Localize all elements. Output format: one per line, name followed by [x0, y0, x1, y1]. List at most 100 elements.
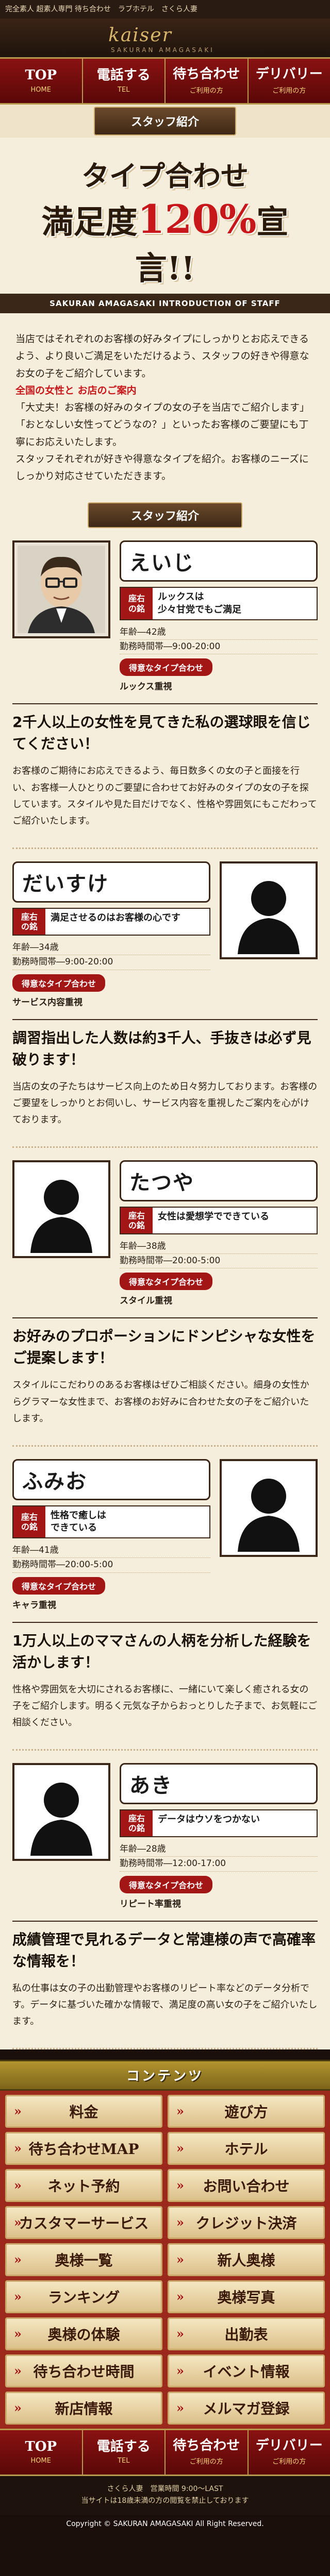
intro-p1: 当店ではそれぞれのお客様の好みタイプにしっかりとお応えできるよう、より良いご満足… — [15, 333, 309, 379]
person-icon — [18, 546, 105, 634]
content-link-price[interactable]: 料金 — [5, 2094, 162, 2128]
staff-headline: 成績管理で見れるデータと常連様の声で高確率な情報を！ — [12, 1920, 318, 1972]
site-logo: kaiser — [108, 25, 172, 46]
footer-nav-tel[interactable]: 電話する TEL — [82, 2430, 166, 2475]
type-value: リピート率重視 — [120, 1899, 181, 1909]
staff-motto: 座右の銘 性格で癒しは できている — [12, 1505, 210, 1539]
staff-body: お客様のご期待にお応えできるよう、毎日数多くの女の子と面接を行い、お客様一人ひと… — [12, 766, 317, 827]
staff-body: 当店の女の子たちはサービス向上のため日々努力しております。お客様のご要望をしっか… — [12, 1081, 318, 1126]
staff-headline: 2千人以上の女性を見てきた私の選球眼を信じてください！ — [12, 703, 318, 755]
content-link-new-shop[interactable]: 新店情報 — [5, 2391, 162, 2425]
footer-nav-tel-sub: TEL — [118, 2457, 130, 2465]
staff-name: あき — [120, 1762, 318, 1804]
content-link-howto[interactable]: 遊び方 — [168, 2094, 325, 2128]
type-label: 得意なタイプ合わせ — [120, 658, 213, 676]
staff-body: スタイルにこだわりのあるお客様はぜひご相談ください。細身の女性からグラマーな女性… — [12, 1380, 309, 1425]
footer-nav-delivery[interactable]: デリバリー ご利用の方 — [248, 2430, 330, 2475]
staff-name: だいすけ — [12, 861, 210, 903]
staff-age: 年齢―42歳 — [120, 625, 318, 640]
content-link-credit[interactable]: クレジット決済 — [168, 2206, 325, 2239]
motto-tag: 座右の銘 — [13, 908, 45, 935]
content-link-new-wives[interactable]: 新人奥様 — [168, 2243, 325, 2276]
footer-nav-top-label: TOP — [25, 2438, 57, 2454]
staff-hours: 勤務時間帯―12:00-17:00 — [120, 1857, 318, 1872]
staff-portrait — [220, 861, 318, 959]
staff-headline: お好みのプロポーションにドンピシャな女性をご提案します！ — [12, 1317, 318, 1369]
content-link-event[interactable]: イベント情報 — [168, 2354, 325, 2387]
top-nav: TOP HOME 電話する TEL 待ち合わせ ご利用の方 デリバリー ご利用の… — [0, 57, 330, 105]
content-link-photos[interactable]: 奥様写真 — [168, 2280, 325, 2313]
content-link-schedule[interactable]: 出勤表 — [168, 2317, 325, 2350]
nav-delivery[interactable]: デリバリー ご利用の方 — [248, 59, 330, 103]
content-link-map[interactable]: 待ち合わせMAP — [5, 2131, 162, 2165]
hero-line-1: タイプ合わせ — [81, 159, 249, 192]
contents-header: コンテンツ — [0, 2059, 330, 2091]
content-link-net-reserve[interactable]: ネット予約 — [5, 2168, 162, 2202]
staff-stats: 年齢―34歳 勤務時間帯―9:00-20:00 — [12, 941, 210, 970]
silhouette-icon — [18, 1768, 105, 1856]
staff-portrait — [12, 1762, 110, 1861]
staff-age: 年齢―34歳 — [12, 941, 210, 956]
footer-notice: 当サイトは18歳未満の方の閲覧を禁止しております — [81, 2497, 249, 2505]
staff-motto: 座右の銘 データはウソをつかない — [120, 1809, 318, 1838]
section-title: スタッフ紹介 — [93, 107, 236, 135]
logo-area[interactable]: kaiser SAKURAN AMAGASAKI — [0, 19, 330, 57]
staff-age: 年齢―38歳 — [120, 1240, 318, 1255]
staff-name: えいじ — [120, 540, 318, 582]
content-link-contact[interactable]: お問い合わせ — [168, 2168, 325, 2202]
type-value: キャラ重視 — [12, 1600, 56, 1611]
intro-highlight: 全国の女性と お店のご案内 — [15, 384, 137, 396]
hero-english: SAKURAN AMAGASAKI INTRODUCTION OF STAFF — [0, 294, 330, 313]
nav-meet-label: 待ち合わせ — [173, 66, 240, 82]
footer-nav: TOP HOME 電話する TEL 待ち合わせ ご利用の方 デリバリー ご利用の… — [0, 2428, 330, 2476]
content-link-ranking[interactable]: ランキング — [5, 2280, 162, 2313]
motto-text: データはウソをつかない — [158, 1814, 260, 1825]
footer-nav-meet-sub: ご利用の方 — [189, 2458, 223, 2466]
motto-text: ルックスは 少々甘党でもご満足 — [158, 591, 241, 615]
staff-portrait — [220, 1459, 318, 1557]
footer-nav-top[interactable]: TOP HOME — [0, 2430, 83, 2475]
footer-info: さくら人妻 営業時間 9:00～LAST 当サイトは18歳未満の方の閲覧を禁止し… — [0, 2476, 330, 2515]
hero-line-2-pre: 満足度 — [41, 203, 138, 241]
staff-age: 年齢―28歳 — [120, 1842, 318, 1857]
content-link-mailmag[interactable]: メルマガ登録 — [168, 2391, 325, 2425]
hero-percent: 120% — [137, 196, 257, 242]
content-link-experience[interactable]: 奥様の体験 — [5, 2317, 162, 2350]
footer-nav-meet-label: 待ち合わせ — [173, 2437, 240, 2453]
contents-grid: 料金 遊び方 待ち合わせMAP ホテル ネット予約 お問い合わせ カスタマーサー… — [0, 2090, 330, 2429]
motto-text: 女性は愛想学でできている — [158, 1211, 269, 1222]
footer-nav-tel-label: 電話する — [96, 2438, 151, 2454]
nav-top[interactable]: TOP HOME — [0, 59, 83, 103]
footer-copyright: Copyright © SAKURAN AMAGASAKI All Right … — [0, 2515, 330, 2537]
type-label: 得意なタイプ合わせ — [12, 1577, 106, 1595]
staff-hours: 勤務時間帯―9:00-20:00 — [120, 640, 318, 655]
staff-body: 性格や雰囲気を大切にされるお客様に、一緒にいて楽しく癒される女の子をご紹介します… — [12, 1684, 318, 1728]
staff-hours: 勤務時間帯―9:00-20:00 — [12, 955, 210, 970]
nav-delivery-label: デリバリー — [255, 66, 323, 82]
nav-tel[interactable]: 電話する TEL — [82, 59, 166, 103]
staff-age: 年齢―41歳 — [12, 1544, 210, 1558]
section-banner: スタッフ紹介 — [0, 105, 330, 138]
nav-meet[interactable]: 待ち合わせ ご利用の方 — [166, 59, 249, 103]
content-link-hotel[interactable]: ホテル — [168, 2131, 325, 2165]
staff-card: ふみお 座右の銘 性格で癒しは できている 年齢―41歳 勤務時間帯―20:00… — [12, 1447, 318, 1751]
staff-headline: 1万人以上のママさんの人柄を分析した経験を活かします！ — [12, 1621, 318, 1673]
staff-card: だいすけ 座右の銘 満足させるのはお客様の心です 年齢―34歳 勤務時間帯―9:… — [12, 849, 318, 1148]
hero: タイプ合わせ 満足度120%宣言!! SAKURAN AMAGASAKI INT… — [0, 138, 330, 318]
footer-nav-top-sub: HOME — [30, 2457, 51, 2465]
staff-name: ふみお — [12, 1459, 210, 1500]
content-link-customer-service[interactable]: カスタマーサービス — [5, 2206, 162, 2239]
motto-tag: 座右の銘 — [13, 1506, 45, 1538]
motto-text: 性格で癒しは できている — [51, 1510, 106, 1533]
type-label: 得意なタイプ合わせ — [120, 1273, 213, 1291]
silhouette-icon — [225, 1464, 312, 1552]
staff-body: 私の仕事は女の子の出勤管理やお客様のリピート率などのデータ分析です。データに基づ… — [12, 1982, 318, 2027]
content-link-wives[interactable]: 奥様一覧 — [5, 2243, 162, 2276]
footer-nav-meet[interactable]: 待ち合わせ ご利用の方 — [166, 2430, 249, 2475]
nav-top-sub: HOME — [30, 86, 51, 94]
footer-hours: さくら人妻 営業時間 9:00～LAST — [107, 2484, 223, 2493]
nav-top-label: TOP — [25, 67, 57, 83]
staff-motto: 座右の銘 女性は愛想学でできている — [120, 1206, 318, 1235]
content-link-meet-time[interactable]: 待ち合わせ時間 — [5, 2354, 162, 2387]
motto-tag: 座右の銘 — [121, 1810, 153, 1837]
